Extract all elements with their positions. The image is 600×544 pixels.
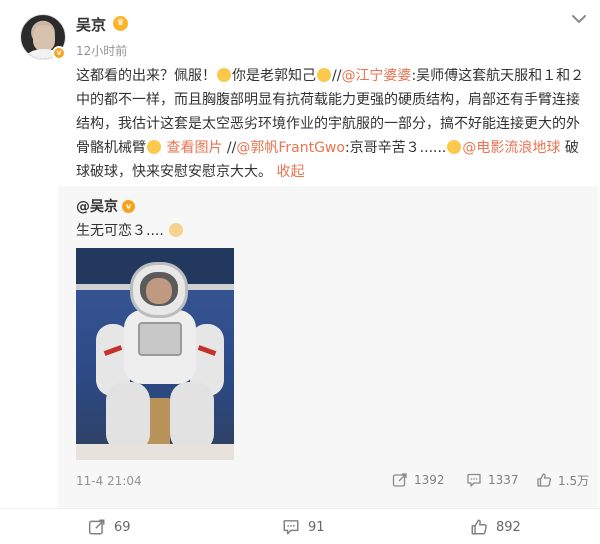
author-name[interactable]: 吴京 [76,14,106,35]
emoji-icon [147,140,161,154]
post-text: :京哥辛苦３...... [344,140,447,156]
post-link[interactable]: @电影流浪地球 [462,140,560,156]
avatar-face [33,25,55,51]
repost-text: 生无可恋３.... [76,220,184,240]
verified-icon: v [122,200,135,213]
photo-floor [76,444,234,460]
share-count: 69 [114,519,131,535]
repost-like-button[interactable]: 1.5万 [536,470,589,490]
share-icon [88,519,105,535]
chevron-down-icon[interactable] [568,10,590,28]
post-text: // [222,140,237,156]
repost-share-count: 1392 [414,473,445,487]
repost-share-button[interactable]: 1392 [392,470,445,490]
emoji-icon [447,140,462,154]
crown-icon: ♛ [113,16,128,31]
post-time[interactable]: 12小时前 [76,42,127,59]
comment-count: 91 [308,519,325,535]
thumbs-up-icon [537,473,551,487]
post-link[interactable]: 查看图片 [166,140,222,156]
repost-author[interactable]: @吴京 [76,196,118,216]
like-count: 892 [496,519,521,535]
post-link[interactable]: @郭帆FrantGwo [236,140,345,156]
photo-chest-panel [138,322,182,356]
comment-button[interactable]: 91 [282,517,325,537]
like-button[interactable]: 892 [470,517,521,537]
photo-leg-left [106,382,150,452]
verified-icon: v [52,46,66,60]
repost-comment-button[interactable]: 1337 [466,470,519,490]
post-text: 这都看的出来？佩服！ [76,68,216,84]
repost-text-label: 生无可恋３.... [76,223,164,239]
emoji-icon [317,68,331,82]
post-content: 这都看的出来？佩服！ 你是老郭知己//@江宁婆婆:吴师傅这套航天服和１和２中的都不… [76,64,588,184]
share-button[interactable]: 69 [88,517,131,537]
post-link[interactable]: 收起 [276,164,304,180]
repost-card: @吴京 v 生无可恋３.... 11-4 21:04 1392 1337 1.5… [58,186,598,508]
post-link[interactable]: @江宁婆婆 [341,68,411,84]
photo-face [146,278,172,304]
repost-comment-count: 1337 [488,473,519,487]
thumbs-up-icon [471,519,487,535]
photo-leg-right [170,382,214,452]
post-text: 你是老郭知己 [232,68,316,84]
emoji-icon [217,68,231,82]
comment-icon [467,473,481,487]
comment-icon [283,520,299,535]
share-icon [392,473,407,487]
astronaut-photo[interactable] [76,248,234,460]
action-bar: 69 91 892 [0,508,600,544]
repost-like-count: 1.5万 [558,473,590,488]
sad-face-emoji-icon [169,223,184,237]
repost-date[interactable]: 11-4 21:04 [76,474,142,488]
